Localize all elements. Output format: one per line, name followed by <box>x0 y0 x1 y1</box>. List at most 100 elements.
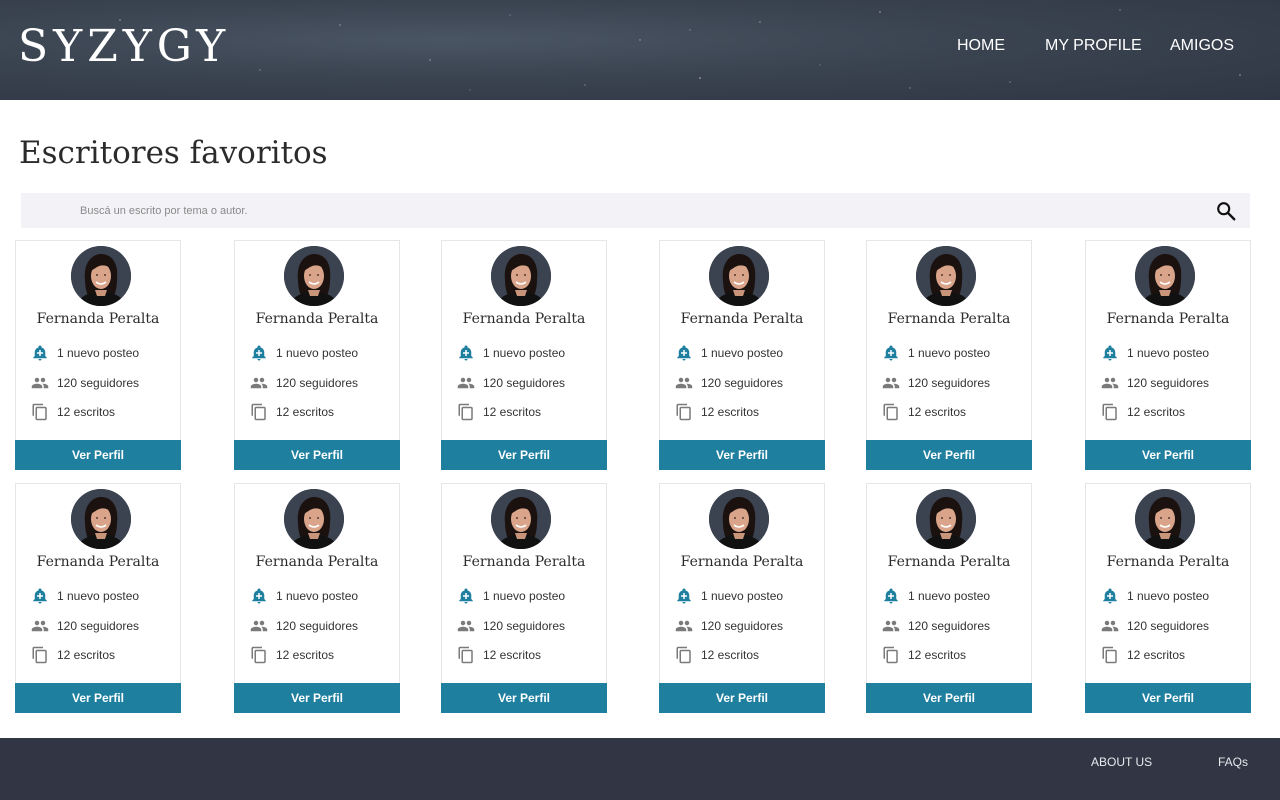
writer-name[interactable]: Fernanda Peralta <box>441 309 607 329</box>
writer-card: Fernanda Peralta 1 nuevo posteo 120 seguid… <box>15 483 181 713</box>
stat-followers-label: 120 seguidores <box>57 619 140 633</box>
stat-writings: 12 escritos <box>1101 646 1247 666</box>
stat-writings-label: 12 escritos <box>276 648 335 662</box>
writer-card: Fernanda Peralta 1 nuevo posteo 120 seguid… <box>659 240 825 470</box>
stat-followers-label: 120 seguidores <box>701 619 784 633</box>
writer-name[interactable]: Fernanda Peralta <box>866 552 1032 572</box>
stat-followers-label: 120 seguidores <box>908 376 991 390</box>
writer-name[interactable]: Fernanda Peralta <box>866 309 1032 329</box>
footer-faqs[interactable]: FAQs <box>1218 755 1248 769</box>
writer-name[interactable]: Fernanda Peralta <box>234 552 400 572</box>
stat-writings-label: 12 escritos <box>1127 405 1186 419</box>
stat-followers: 120 seguidores <box>250 374 396 394</box>
stat-new-posts: 1 nuevo posteo <box>675 344 821 364</box>
stat-new-posts: 1 nuevo posteo <box>1101 587 1247 607</box>
avatar[interactable] <box>916 489 976 549</box>
view-profile-button[interactable]: Ver Perfil <box>15 683 181 713</box>
stat-new-posts-label: 1 nuevo posteo <box>483 346 566 360</box>
view-profile-button[interactable]: Ver Perfil <box>659 440 825 470</box>
stat-new-posts: 1 nuevo posteo <box>31 344 177 364</box>
avatar[interactable] <box>71 489 131 549</box>
stat-followers-label: 120 seguidores <box>57 376 140 390</box>
stat-followers-label: 120 seguidores <box>483 619 566 633</box>
writer-card: Fernanda Peralta 1 nuevo posteo 120 seguid… <box>15 240 181 470</box>
stat-writings: 12 escritos <box>675 403 821 423</box>
stat-new-posts: 1 nuevo posteo <box>250 587 396 607</box>
avatar[interactable] <box>284 246 344 306</box>
view-profile-button[interactable]: Ver Perfil <box>1085 683 1251 713</box>
nav-my-profile[interactable]: MY PROFILE <box>1045 37 1142 55</box>
footer-about-us[interactable]: ABOUT US <box>1091 755 1152 769</box>
stat-writings: 12 escritos <box>31 403 177 423</box>
writer-name[interactable]: Fernanda Peralta <box>1085 552 1251 572</box>
stat-new-posts: 1 nuevo posteo <box>882 344 1028 364</box>
stat-new-posts: 1 nuevo posteo <box>1101 344 1247 364</box>
nav-amigos[interactable]: AMIGOS <box>1170 37 1234 55</box>
search-bar <box>21 193 1250 228</box>
search-icon[interactable] <box>1215 200 1237 222</box>
stat-followers: 120 seguidores <box>457 374 603 394</box>
stat-followers-label: 120 seguidores <box>1127 376 1210 390</box>
writer-name[interactable]: Fernanda Peralta <box>234 309 400 329</box>
site-header: SYZYGY HOME MY PROFILE AMIGOS <box>0 0 1280 100</box>
search-input[interactable] <box>80 193 1180 228</box>
avatar[interactable] <box>491 489 551 549</box>
view-profile-button[interactable]: Ver Perfil <box>866 683 1032 713</box>
avatar[interactable] <box>71 246 131 306</box>
stat-writings: 12 escritos <box>1101 403 1247 423</box>
view-profile-button[interactable]: Ver Perfil <box>441 440 607 470</box>
writer-name[interactable]: Fernanda Peralta <box>441 552 607 572</box>
site-footer: ABOUT US FAQs <box>0 738 1280 800</box>
avatar[interactable] <box>284 489 344 549</box>
avatar[interactable] <box>916 246 976 306</box>
stat-followers-label: 120 seguidores <box>483 376 566 390</box>
view-profile-button[interactable]: Ver Perfil <box>234 683 400 713</box>
writer-card: Fernanda Peralta 1 nuevo posteo 120 seguid… <box>1085 240 1251 470</box>
stat-writings-label: 12 escritos <box>57 648 116 662</box>
stat-followers-label: 120 seguidores <box>908 619 991 633</box>
writer-name[interactable]: Fernanda Peralta <box>659 309 825 329</box>
stat-writings: 12 escritos <box>675 646 821 666</box>
stat-followers: 120 seguidores <box>31 374 177 394</box>
writer-card: Fernanda Peralta 1 nuevo posteo 120 seguid… <box>1085 483 1251 713</box>
stat-writings-label: 12 escritos <box>483 405 542 419</box>
stat-followers: 120 seguidores <box>457 617 603 637</box>
view-profile-button[interactable]: Ver Perfil <box>441 683 607 713</box>
stat-new-posts-label: 1 nuevo posteo <box>57 589 140 603</box>
writer-name[interactable]: Fernanda Peralta <box>15 309 181 329</box>
writer-name[interactable]: Fernanda Peralta <box>15 552 181 572</box>
stat-new-posts-label: 1 nuevo posteo <box>701 346 784 360</box>
stat-new-posts: 1 nuevo posteo <box>457 344 603 364</box>
writer-name[interactable]: Fernanda Peralta <box>659 552 825 572</box>
stat-writings: 12 escritos <box>457 646 603 666</box>
stat-writings: 12 escritos <box>882 646 1028 666</box>
view-profile-button[interactable]: Ver Perfil <box>659 683 825 713</box>
stat-followers: 120 seguidores <box>675 617 821 637</box>
writer-card: Fernanda Peralta 1 nuevo posteo 120 seguid… <box>441 483 607 713</box>
avatar[interactable] <box>709 489 769 549</box>
stat-new-posts-label: 1 nuevo posteo <box>276 346 359 360</box>
avatar[interactable] <box>709 246 769 306</box>
stat-writings-label: 12 escritos <box>908 405 967 419</box>
view-profile-button[interactable]: Ver Perfil <box>1085 440 1251 470</box>
avatar[interactable] <box>491 246 551 306</box>
stat-followers: 120 seguidores <box>31 617 177 637</box>
view-profile-button[interactable]: Ver Perfil <box>15 440 181 470</box>
nav-home[interactable]: HOME <box>957 37 1005 55</box>
writer-name[interactable]: Fernanda Peralta <box>1085 309 1251 329</box>
avatar[interactable] <box>1135 489 1195 549</box>
stat-followers: 120 seguidores <box>1101 374 1247 394</box>
stat-new-posts: 1 nuevo posteo <box>31 587 177 607</box>
stat-writings-label: 12 escritos <box>1127 648 1186 662</box>
writer-card: Fernanda Peralta 1 nuevo posteo 120 seguid… <box>234 483 400 713</box>
writer-card: Fernanda Peralta 1 nuevo posteo 120 seguid… <box>866 240 1032 470</box>
avatar[interactable] <box>1135 246 1195 306</box>
stat-new-posts-label: 1 nuevo posteo <box>1127 589 1210 603</box>
stat-writings-label: 12 escritos <box>701 405 760 419</box>
view-profile-button[interactable]: Ver Perfil <box>234 440 400 470</box>
stat-new-posts-label: 1 nuevo posteo <box>701 589 784 603</box>
stat-new-posts: 1 nuevo posteo <box>675 587 821 607</box>
site-logo[interactable]: SYZYGY <box>18 22 230 72</box>
stat-new-posts-label: 1 nuevo posteo <box>276 589 359 603</box>
view-profile-button[interactable]: Ver Perfil <box>866 440 1032 470</box>
